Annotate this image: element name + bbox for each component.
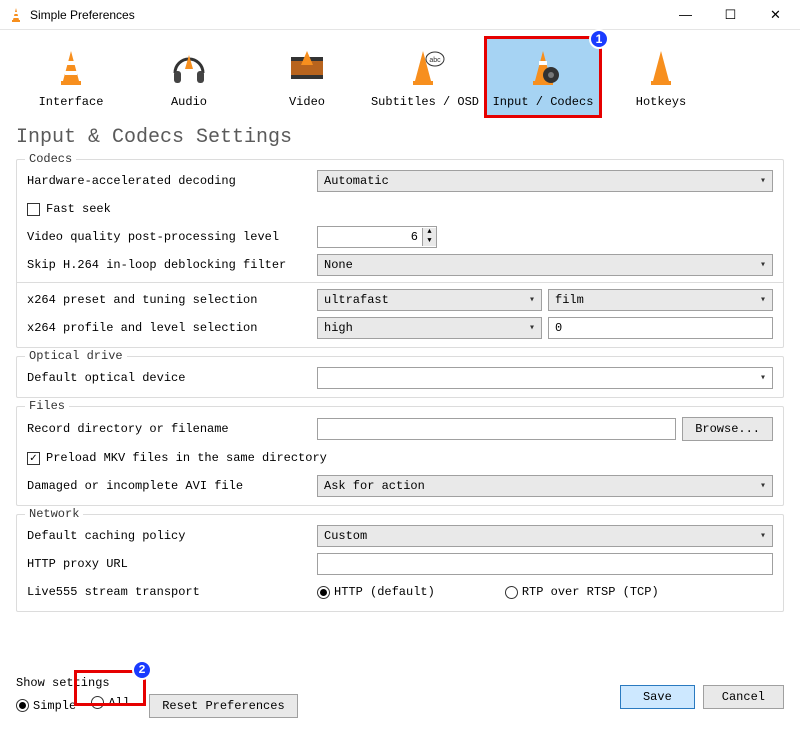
cone-reel-icon (523, 47, 563, 87)
stream-rtp-label: RTP over RTSP (TCP) (522, 585, 659, 599)
svg-text:abc: abc (429, 57, 441, 64)
headphones-icon (169, 47, 209, 87)
hw-decode-label: Hardware-accelerated decoding (27, 174, 317, 188)
tab-label: Video (251, 95, 363, 109)
optical-device-label: Default optical device (27, 371, 317, 385)
stream-http-radio[interactable] (317, 586, 330, 599)
save-button[interactable]: Save (620, 685, 695, 709)
reset-preferences-button[interactable]: Reset Preferences (149, 694, 297, 718)
cache-select[interactable]: Custom (317, 525, 773, 547)
stream-rtp-radio[interactable] (505, 586, 518, 599)
tab-input-codecs[interactable]: 1 Input / Codecs (484, 36, 602, 118)
fast-seek-checkbox[interactable] (27, 203, 40, 216)
simple-radio[interactable] (16, 699, 29, 712)
stream-http-label: HTTP (default) (334, 585, 435, 599)
group-network: Network Default caching policy Custom HT… (16, 514, 784, 612)
browse-button[interactable]: Browse... (682, 417, 773, 441)
group-title: Files (25, 399, 69, 413)
skip-label: Skip H.264 in-loop deblocking filter (27, 258, 317, 272)
x264-preset-label: x264 preset and tuning selection (27, 293, 317, 307)
group-title: Network (25, 507, 83, 521)
simple-label: Simple (33, 699, 76, 713)
minimize-button[interactable]: — (663, 1, 708, 29)
cone-icon (51, 47, 91, 87)
x264-profile-label: x264 profile and level selection (27, 321, 317, 335)
avi-label: Damaged or incomplete AVI file (27, 479, 317, 493)
x264-profile-select[interactable]: high (317, 317, 542, 339)
optical-device-select[interactable] (317, 367, 773, 389)
tab-label: Interface (15, 95, 127, 109)
cache-label: Default caching policy (27, 529, 317, 543)
tab-audio[interactable]: Audio (130, 36, 248, 118)
close-button[interactable]: ✕ (753, 1, 798, 29)
group-title: Codecs (25, 152, 76, 166)
group-files: Files Record directory or filename Brows… (16, 406, 784, 506)
tab-label: Audio (133, 95, 245, 109)
vlc-icon (8, 7, 24, 23)
tab-label: Subtitles / OSD (369, 95, 481, 109)
show-settings-group: Show settings Simple All Reset Preferenc… (16, 676, 298, 718)
cancel-button[interactable]: Cancel (703, 685, 784, 709)
film-icon (287, 47, 327, 87)
category-toolbar: Interface Audio Video abc Subtitles / OS… (0, 30, 800, 118)
skip-select[interactable]: None (317, 254, 773, 276)
record-input[interactable] (317, 418, 676, 440)
stream-label: Live555 stream transport (27, 585, 317, 599)
preload-mkv-label: Preload MKV files in the same directory (46, 451, 327, 465)
vq-spinbox[interactable]: 6▲▼ (317, 226, 437, 248)
badge-1: 1 (589, 29, 609, 49)
avi-select[interactable]: Ask for action (317, 475, 773, 497)
page-heading: Input & Codecs Settings (0, 118, 800, 159)
tab-label: Input / Codecs (487, 95, 599, 109)
tab-subtitles[interactable]: abc Subtitles / OSD (366, 36, 484, 118)
tab-video[interactable]: Video (248, 36, 366, 118)
fast-seek-label: Fast seek (46, 202, 111, 216)
footer: Show settings Simple All Reset Preferenc… (16, 676, 784, 718)
tab-hotkeys[interactable]: Hotkeys (602, 36, 720, 118)
preload-mkv-checkbox[interactable] (27, 452, 40, 465)
x264-tune-select[interactable]: film (548, 289, 773, 311)
group-title: Optical drive (25, 349, 127, 363)
group-codecs: Codecs Hardware-accelerated decoding Aut… (16, 159, 784, 348)
x264-level-input[interactable]: 0 (548, 317, 773, 339)
tab-interface[interactable]: Interface (12, 36, 130, 118)
cone-bubble-icon: abc (405, 47, 445, 87)
proxy-label: HTTP proxy URL (27, 557, 317, 571)
cone-key-icon (641, 47, 681, 87)
show-settings-label: Show settings (16, 676, 298, 690)
proxy-input[interactable] (317, 553, 773, 575)
badge-2: 2 (132, 660, 152, 680)
hw-decode-select[interactable]: Automatic (317, 170, 773, 192)
group-optical: Optical drive Default optical device (16, 356, 784, 398)
record-label: Record directory or filename (27, 422, 317, 436)
maximize-button[interactable]: ☐ (708, 1, 753, 29)
x264-preset-select[interactable]: ultrafast (317, 289, 542, 311)
titlebar: Simple Preferences — ☐ ✕ (0, 0, 800, 30)
tab-label: Hotkeys (605, 95, 717, 109)
window-title: Simple Preferences (30, 8, 663, 22)
vq-label: Video quality post-processing level (27, 230, 317, 244)
